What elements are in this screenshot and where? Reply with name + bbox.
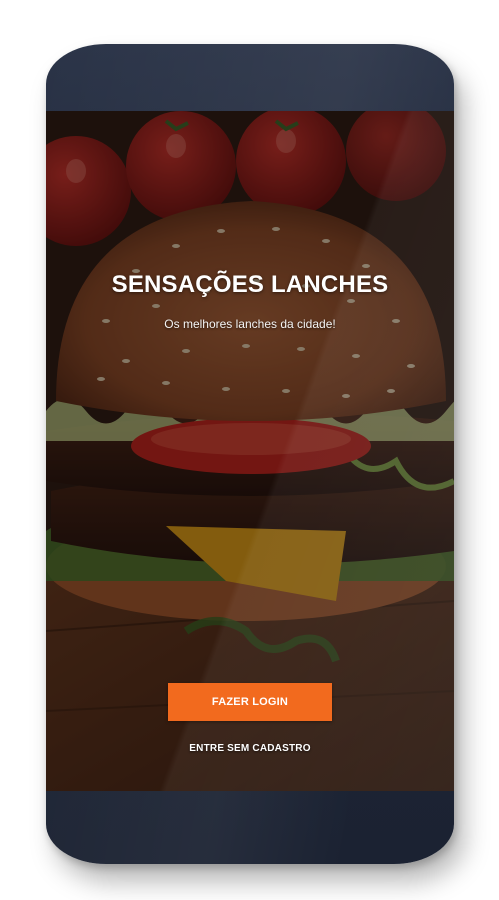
- guest-entry-link[interactable]: ENTRE SEM CADASTRO: [46, 743, 454, 754]
- login-button[interactable]: FAZER LOGIN: [168, 683, 332, 721]
- app-screen: SENSAÇÕES LANCHES Os melhores lanches da…: [46, 111, 454, 791]
- app-tagline: Os melhores lanches da cidade!: [164, 317, 336, 331]
- page-canvas: SENSAÇÕES LANCHES Os melhores lanches da…: [0, 0, 499, 900]
- app-title: SENSAÇÕES LANCHES: [111, 271, 389, 298]
